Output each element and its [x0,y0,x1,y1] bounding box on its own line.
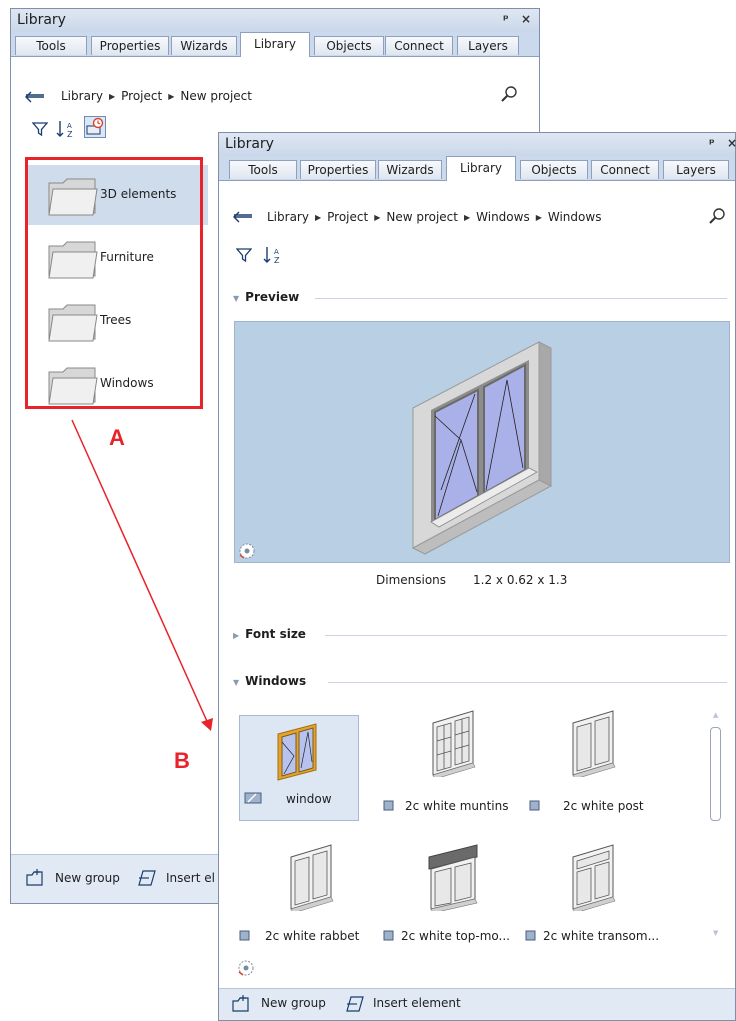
element-type-icon [525,930,536,941]
view-cube-icon[interactable] [238,542,256,560]
tab-objects[interactable]: Objects [520,160,588,179]
tab-tools[interactable]: Tools [229,160,297,179]
tab-connect[interactable]: Connect [591,160,659,179]
item-label: 2c white post [563,799,644,813]
scroll-up-arrow[interactable]: ▲ [713,711,718,719]
element-type-icon [244,792,262,804]
breadcrumb-item[interactable]: Library [267,210,309,224]
tab-library[interactable]: Library [446,156,516,181]
breadcrumb-item[interactable]: Windows [476,210,530,224]
section-title: Preview [245,290,300,304]
scrollbar-thumb[interactable] [710,727,721,821]
dimensions-value: 1.2 x 0.62 x 1.3 [473,573,568,587]
window-3d-preview [411,341,553,555]
library-item-2c-white-rabbet[interactable]: 2c white rabbet [237,843,369,951]
breadcrumb-item[interactable]: New project [386,210,458,224]
filter-icon[interactable] [236,247,252,263]
item-label: window [286,792,332,806]
window-thumbnail-icon [572,710,616,777]
new-group-button[interactable]: New group [261,996,326,1010]
window-thumbnail-icon [428,844,478,911]
new-group-icon[interactable] [231,995,251,1013]
view-cube-icon[interactable] [237,959,255,977]
svg-text:A: A [274,248,279,256]
breadcrumb: Library ▶ Project ▶ New project ▶ Windows ▶ Wind… [267,210,602,224]
titlebar[interactable]: Library ᵖ × [219,133,736,157]
breadcrumb-item[interactable]: Project [327,210,368,224]
back-arrow-icon[interactable] [233,211,253,223]
breadcrumb-item[interactable]: Windows [548,210,602,224]
tab-properties[interactable]: Properties [300,160,376,179]
element-type-icon [239,930,250,941]
window-thumbnail-icon [277,723,317,781]
bottom-bar: New group Insert element [219,988,735,1020]
panel-title: Library [225,136,274,152]
preview-viewport[interactable] [234,321,730,563]
library-item-2c-white-transom[interactable]: 2c white transom... [525,843,659,951]
section-title: Windows [245,674,307,688]
scrollbar[interactable]: ▲ ▼ [709,711,723,941]
tab-wizards[interactable]: Wizards [378,160,442,179]
sort-az-icon[interactable]: A Z [263,245,283,265]
svg-text:Z: Z [274,256,280,265]
section-title: Font size [245,627,306,641]
tab-layers[interactable]: Layers [663,160,729,179]
library-item-2c-white-post[interactable]: 2c white post [527,709,659,817]
library-panel-front: Library ᵖ × Tools Properties Wizards Lib… [218,132,736,1021]
window-buttons[interactable]: ᵖ × [709,136,736,150]
dimensions-label: Dimensions [376,573,447,587]
element-type-icon [383,930,394,941]
search-icon[interactable] [708,207,726,225]
window-thumbnail-icon [572,844,616,911]
element-type-icon [383,800,394,811]
item-label: 2c white transom... [543,929,660,943]
scroll-down-arrow[interactable]: ▼ [713,929,718,937]
font-size-section-header[interactable]: ▶ Font size [233,627,727,641]
preview-section-header[interactable]: ▼ Preview [233,290,727,304]
window-thumbnail-icon [432,710,476,777]
library-item-2c-white-top-mo[interactable]: 2c white top-mo... [381,843,513,951]
element-type-icon [529,800,540,811]
tab-strip: Tools Properties Wizards Library Objects… [219,156,735,181]
window-thumbnail-icon [290,844,334,911]
library-item-2c-white-muntins[interactable]: 2c white muntins [381,709,513,817]
insert-element-button[interactable]: Insert element [373,996,461,1010]
library-item-window[interactable]: window [239,715,359,821]
windows-section-header[interactable]: ▼ Windows [233,674,727,688]
insert-element-icon[interactable] [345,995,365,1013]
